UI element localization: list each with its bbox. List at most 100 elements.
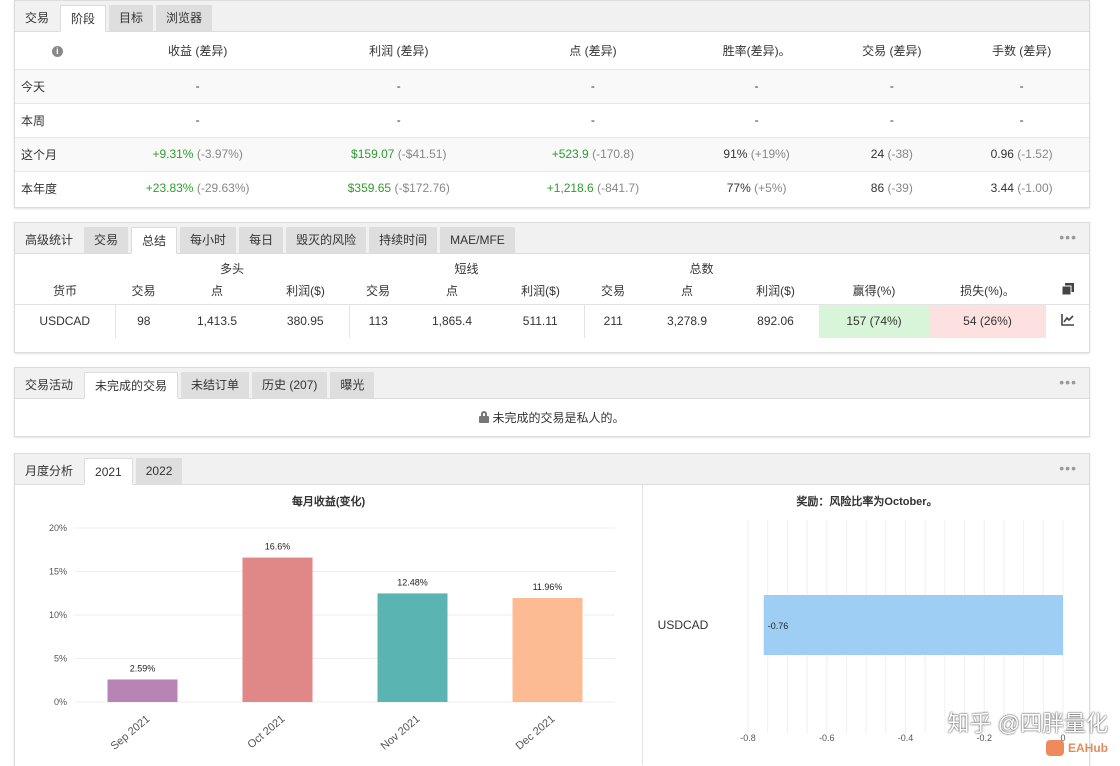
tab-goals[interactable]: 目标: [109, 5, 154, 31]
y-tick-label: 5%: [54, 654, 67, 664]
cell: +9.31% (-3.97%): [99, 136, 296, 171]
cell: 511.11: [497, 303, 584, 338]
more-options-icon[interactable]: •••: [1059, 461, 1077, 475]
col-header-currency: 货币: [52, 284, 77, 299]
copy-icon[interactable]: [1046, 278, 1089, 304]
charts-area: 每月收益(变化) 奖励：风险比率为October。 20% 15% 10% 5% 0% 2…: [15, 485, 1089, 765]
table-row: 本周 - - - - - -: [15, 102, 1089, 137]
tab-exposure[interactable]: 曝光: [330, 372, 375, 398]
bar[interactable]: [107, 679, 178, 702]
col-header-lots: 手数 (差异): [991, 43, 1052, 58]
bar-value-label: -0.76: [768, 621, 789, 631]
cell: 380.95: [262, 303, 349, 338]
watermark-text: 知乎 @四胖量化: [947, 711, 1108, 736]
tab-open-orders[interactable]: 未结订单: [181, 372, 250, 398]
table-row: 今天 - - - - - -: [15, 68, 1089, 103]
tab-hourly[interactable]: 每小时: [180, 227, 237, 253]
stats-tabbar: 高级统计 交易 总结 每小时 每日 毁灭的风险 持续时间 MAE/MFE •••: [15, 223, 1089, 254]
group-long: 多头: [219, 261, 244, 276]
more-options-icon[interactable]: •••: [1059, 375, 1077, 389]
col-header-won: 赢得(%): [852, 284, 896, 299]
group-total: 总数: [689, 261, 714, 276]
currency-cell: USDCAD: [15, 303, 115, 338]
period-table: i 收益 (差异) 利润 (差异) 点 (差异) 胜率(差异)。 交易 (差异)…: [15, 32, 1089, 205]
tab-summary[interactable]: 总结: [131, 227, 178, 254]
row-label: 本年度: [15, 170, 100, 205]
summary-table: 多头 短线 总数 货币 交易 点 利润($) 交易 点 利润($) 交易 点 利…: [15, 254, 1089, 338]
col-header-winrate: 胜率(差异)。: [722, 43, 791, 58]
y-tick-label: 20%: [49, 523, 67, 533]
col-header-total-profit: 利润($): [756, 284, 795, 299]
cell: 86 (-39): [829, 170, 955, 205]
col-header-short-profit: 利润($): [521, 284, 560, 299]
tab-daily[interactable]: 每日: [239, 227, 284, 253]
col-header-trades: 交易 (差异): [862, 43, 922, 58]
stats-panel: 高级统计 交易 总结 每小时 每日 毁灭的风险 持续时间 MAE/MFE •••…: [14, 222, 1090, 353]
tab-browser[interactable]: 浏览器: [156, 5, 213, 31]
col-header-short-pips: 点: [445, 284, 458, 299]
cell: -: [829, 68, 955, 103]
cell: 113: [348, 303, 407, 338]
period-panel: 交易 阶段 目标 浏览器 i 收益 (差异) 利润 (差异) 点 (差异) 胜率…: [14, 0, 1090, 208]
tab-trading-activity[interactable]: 交易活动: [17, 372, 81, 398]
col-header-long-trades: 交易: [131, 284, 156, 299]
activity-tabbar: 交易活动 未完成的交易 未结订单 历史 (207) 曝光 •••: [15, 368, 1089, 399]
monthly-returns-chart: 20% 15% 10% 5% 0% 2.59% Sep 2021 16.6% Oct 2021 1…: [49, 523, 615, 753]
monthly-tabbar: 月度分析 2021 2022 •••: [15, 454, 1089, 485]
cell: -: [502, 68, 684, 103]
x-tick-label: -0.8: [740, 733, 756, 743]
bar-value-label: 11.96%: [533, 582, 563, 592]
tab-monthly-analysis[interactable]: 月度分析: [17, 458, 81, 484]
tab-open-trades[interactable]: 未完成的交易: [84, 372, 179, 399]
y-tick-label: 15%: [49, 567, 67, 577]
tab-advanced-stats[interactable]: 高级统计: [17, 227, 81, 253]
bar[interactable]: [242, 557, 313, 702]
cell: +523.9 (-170.8): [502, 136, 684, 171]
x-tick-label: Oct 2021: [246, 713, 288, 751]
tab-period[interactable]: 阶段: [60, 5, 107, 32]
x-tick-label: -0.4: [898, 733, 914, 743]
cell: -: [295, 68, 503, 103]
activity-panel: 交易活动 未完成的交易 未结订单 历史 (207) 曝光 ••• 未完成的交易是…: [14, 367, 1090, 437]
private-message-text: 未完成的交易是私人的。: [492, 410, 625, 425]
tab-history[interactable]: 历史 (207): [252, 372, 328, 398]
cell: $359.65 (-$172.76): [295, 170, 503, 205]
tab-2021[interactable]: 2021: [84, 458, 133, 485]
tab-2022[interactable]: 2022: [135, 458, 183, 484]
cell: +1,218.6 (-841.7): [502, 170, 684, 205]
col-header-profit: 利润 (差异): [369, 43, 429, 58]
cell: -: [502, 102, 684, 137]
chart-icon[interactable]: [1046, 303, 1089, 338]
info-icon[interactable]: i: [15, 32, 100, 69]
bar[interactable]: [763, 595, 1063, 655]
table-row: 这个月 +9.31% (-3.97%) $159.07 (-$41.51) +5…: [15, 136, 1089, 171]
col-header-long-pips: 点: [210, 284, 223, 299]
cell: -: [683, 68, 830, 103]
won-cell: 157 (74%): [819, 303, 929, 338]
y-tick-label: 10%: [49, 610, 67, 620]
y-category-label: USDCAD: [658, 618, 709, 632]
tab-trades[interactable]: 交易: [84, 227, 129, 253]
col-header-pips: 点 (差异): [569, 43, 617, 58]
bar[interactable]: [377, 593, 448, 702]
col-header-long-profit: 利润($): [286, 284, 325, 299]
tab-mae-mfe[interactable]: MAE/MFE: [440, 227, 515, 253]
cell: 77% (+5%): [683, 170, 830, 205]
cell: -: [954, 102, 1089, 137]
cell: 211: [583, 303, 642, 338]
tab-trading[interactable]: 交易: [17, 5, 57, 31]
col-header-return: 收益 (差异): [167, 43, 228, 58]
bar-value-label: 16.6%: [265, 542, 291, 552]
table-row: USDCAD 98 1,413.5 380.95 113 1,865.4 511…: [15, 303, 1089, 338]
cell: +23.83% (-29.63%): [99, 170, 296, 205]
eahub-logo-icon: [1046, 740, 1064, 756]
bar[interactable]: [512, 597, 583, 702]
tab-duration[interactable]: 持续时间: [369, 227, 438, 253]
tab-risk-of-ruin[interactable]: 毁灭的风险: [286, 227, 367, 253]
row-label: 本周: [15, 102, 100, 137]
cell: -: [295, 102, 503, 137]
more-options-icon[interactable]: •••: [1059, 230, 1077, 244]
cell: 98: [114, 303, 172, 338]
cell: 3,278.9: [642, 303, 732, 338]
lost-cell: 54 (26%): [929, 303, 1046, 338]
